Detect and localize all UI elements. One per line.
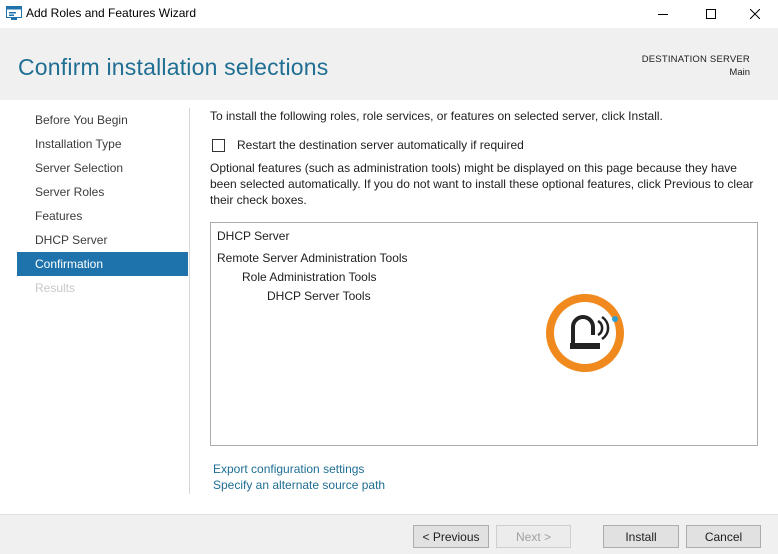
nav-item-server-selection[interactable]: Server Selection [17,156,188,180]
selection-item-dhcp-server: DHCP Server [217,229,290,243]
intro-text: To install the following roles, role ser… [210,109,663,123]
title-bar: Add Roles and Features Wizard [0,0,778,28]
watermark-logo [543,291,627,375]
maximize-icon [706,9,716,19]
maximize-button[interactable] [688,0,734,28]
minimize-button[interactable] [640,0,686,28]
nav-item-results: Results [35,281,76,295]
window-title: Add Roles and Features Wizard [26,6,197,20]
wizard-footer: < Previous Next > Install Cancel [0,514,778,554]
next-button: Next > [496,525,571,548]
nav-item-confirmation[interactable]: Confirmation [17,252,188,276]
page-title: Confirm installation selections [18,54,329,80]
sidebar-divider [189,108,190,494]
previous-button[interactable]: < Previous [413,525,489,548]
selection-item-dhcp-server-tools: DHCP Server Tools [267,289,371,303]
nav-item-features[interactable]: Features [17,204,188,228]
restart-checkbox[interactable] [212,138,225,152]
destination-server-label: DESTINATION SERVER [641,54,750,65]
selection-item-role-admin-tools: Role Administration Tools [242,270,377,284]
alternate-source-path-link[interactable]: Specify an alternate source path [213,478,385,492]
install-button[interactable]: Install [603,525,679,548]
optional-features-note: Optional features (such as administratio… [210,161,754,207]
close-button[interactable] [732,0,778,28]
close-icon [750,9,760,19]
destination-server-value: Main [729,67,750,78]
wizard-header: Confirm installation selections DESTINAT… [0,28,778,100]
nav-item-installation-type[interactable]: Installation Type [17,132,188,156]
server-manager-icon [6,6,22,20]
export-configuration-link[interactable]: Export configuration settings [213,462,364,476]
nav-item-dhcp-server[interactable]: DHCP Server [17,228,188,252]
selection-item-rsat: Remote Server Administration Tools [217,251,408,265]
nav-item-server-roles[interactable]: Server Roles [17,180,188,204]
cancel-button[interactable]: Cancel [686,525,761,548]
restart-option[interactable]: Restart the destination server automatic… [212,138,524,152]
nav-item-before-you-begin[interactable]: Before You Begin [17,108,188,132]
wizard-steps-nav: Before You Begin Installation Type Serve… [17,108,188,300]
selection-list: DHCP Server Remote Server Administration… [210,222,758,446]
minimize-icon [658,9,668,19]
restart-checkbox-label[interactable]: Restart the destination server automatic… [237,138,524,152]
